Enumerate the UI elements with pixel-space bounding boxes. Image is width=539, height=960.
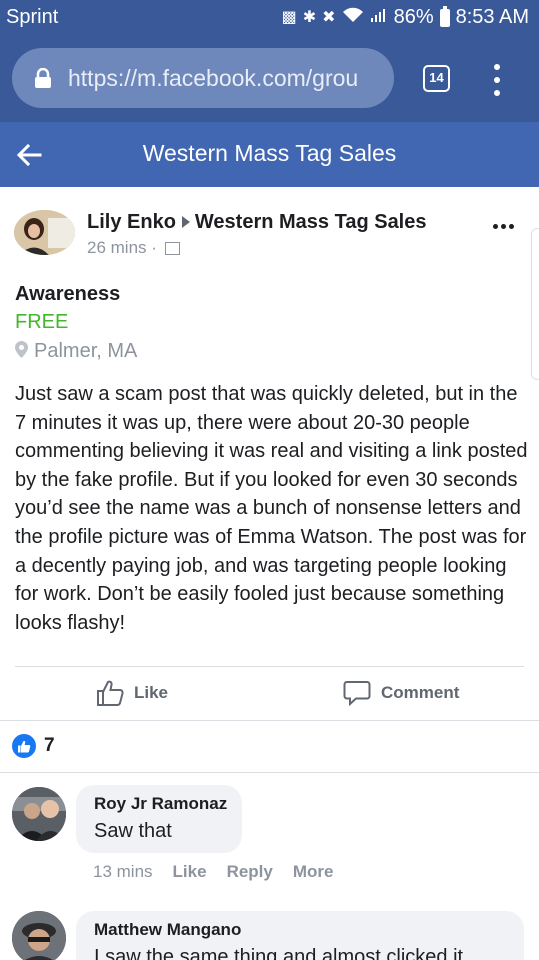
divider	[0, 720, 539, 721]
wifi-icon	[342, 7, 364, 29]
comment-like-button[interactable]: Like	[173, 862, 207, 882]
page-title: Western Mass Tag Sales	[142, 140, 397, 166]
more-options-icon[interactable]	[493, 224, 514, 229]
like-button[interactable]: Like	[96, 680, 168, 706]
group-header: Western Mass Tag Sales	[0, 122, 539, 187]
post-author-line: Lily Enko Western Mass Tag Sales	[87, 211, 427, 234]
arrow-right-icon	[181, 216, 190, 229]
comment-icon	[343, 681, 371, 706]
location-pin-icon	[15, 341, 28, 358]
address-bar[interactable]: https://m.facebook.com/grou	[12, 48, 394, 108]
reaction-count: 7	[44, 735, 55, 756]
meta-separator: ·	[151, 238, 157, 257]
group-icon	[164, 242, 180, 256]
comment-label: Comment	[381, 683, 460, 702]
listing-title: Awareness	[15, 283, 121, 305]
signal-icon	[370, 7, 388, 29]
reactions-summary[interactable]: 7	[12, 734, 55, 758]
lock-icon	[35, 68, 51, 88]
commenter-avatar[interactable]	[12, 911, 66, 960]
tabs-icon[interactable]: 14	[423, 65, 450, 92]
divider	[15, 666, 524, 667]
comment-text: Saw that	[94, 820, 172, 842]
post-meta: 26 mins ·	[87, 238, 180, 258]
status-indicators: ▩ ✱ ✖ 86% 8:53 AM	[281, 5, 529, 29]
side-panel-edge	[531, 228, 539, 380]
commenter-avatar[interactable]	[12, 787, 66, 841]
divider	[0, 772, 539, 773]
author-name[interactable]: Lily Enko	[87, 211, 176, 233]
comment-author[interactable]: Roy Jr Ramonaz	[94, 794, 227, 814]
like-reaction-icon	[12, 734, 36, 758]
like-label: Like	[134, 683, 169, 702]
comment-text: I saw the same thing and almost clicked …	[94, 946, 464, 960]
bluetooth-icon: ✱	[302, 8, 317, 26]
comment-more-button[interactable]: More	[293, 862, 334, 882]
comment-bubble: Roy Jr Ramonaz Saw that	[76, 785, 242, 853]
group-name-link[interactable]: Western Mass Tag Sales	[195, 211, 427, 233]
carrier-label: Sprint	[6, 6, 59, 28]
comment-author[interactable]: Matthew Mangano	[94, 920, 506, 940]
sim-icon: ▩	[281, 8, 297, 26]
battery-icon	[439, 5, 450, 27]
menu-icon[interactable]	[488, 64, 506, 96]
url-text: https://m.facebook.com/grou	[68, 65, 359, 91]
post-time[interactable]: 26 mins	[87, 238, 147, 257]
comment-time: 13 mins	[93, 862, 153, 881]
author-avatar[interactable]	[14, 210, 75, 255]
mute-icon: ✖	[322, 8, 336, 26]
comment-bubble: Matthew Mangano I saw the same thing and…	[76, 911, 524, 960]
status-bar: Sprint ▩ ✱ ✖ 86% 8:53 AM	[0, 0, 539, 36]
comment-actions: 13 mins Like Reply More	[93, 862, 333, 882]
browser-toolbar: https://m.facebook.com/grou 14	[0, 36, 539, 122]
listing-location: Palmer, MA	[15, 340, 137, 363]
location-text: Palmer, MA	[34, 340, 138, 362]
clock: 8:53 AM	[455, 6, 529, 28]
comment-button[interactable]: Comment	[343, 680, 459, 706]
comment-reply-button[interactable]: Reply	[227, 862, 273, 882]
like-icon	[97, 680, 124, 706]
post-body: Just saw a scam post that was quickly de…	[15, 383, 528, 634]
listing-price: FREE	[15, 311, 69, 333]
battery-percent: 86%	[393, 6, 434, 28]
